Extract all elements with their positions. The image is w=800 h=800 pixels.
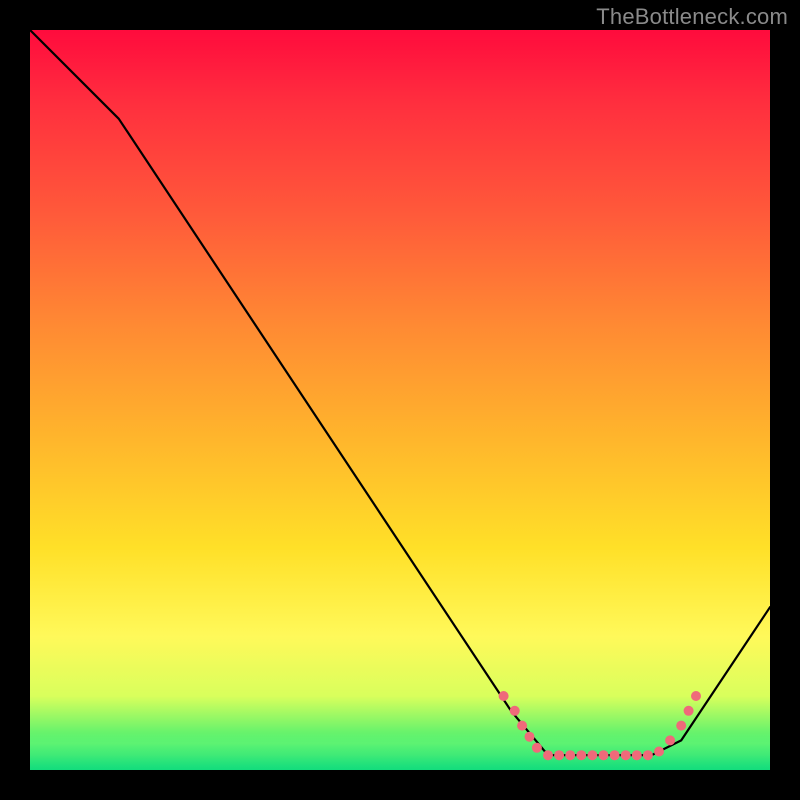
curve-marker bbox=[565, 750, 575, 760]
curve-marker bbox=[587, 750, 597, 760]
curve-marker bbox=[665, 735, 675, 745]
curve-marker bbox=[599, 750, 609, 760]
curve-marker bbox=[554, 750, 564, 760]
curve-marker bbox=[632, 750, 642, 760]
curve-marker bbox=[684, 706, 694, 716]
chart-frame: TheBottleneck.com bbox=[0, 0, 800, 800]
curve-marker bbox=[576, 750, 586, 760]
curve-marker bbox=[643, 750, 653, 760]
curve-marker bbox=[654, 747, 664, 757]
curve-marker bbox=[621, 750, 631, 760]
curve-marker bbox=[543, 750, 553, 760]
curve-marker bbox=[517, 721, 527, 731]
curve-marker bbox=[499, 691, 509, 701]
curve-marker bbox=[676, 721, 686, 731]
chart-svg bbox=[30, 30, 770, 770]
markers-layer bbox=[499, 691, 701, 760]
curve-marker bbox=[610, 750, 620, 760]
curve-marker bbox=[691, 691, 701, 701]
curve-marker bbox=[532, 743, 542, 753]
curve-marker bbox=[525, 732, 535, 742]
bottleneck-curve bbox=[30, 30, 770, 755]
plot-area bbox=[30, 30, 770, 770]
curve-layer bbox=[30, 30, 770, 755]
curve-marker bbox=[510, 706, 520, 716]
watermark-text: TheBottleneck.com bbox=[596, 4, 788, 30]
